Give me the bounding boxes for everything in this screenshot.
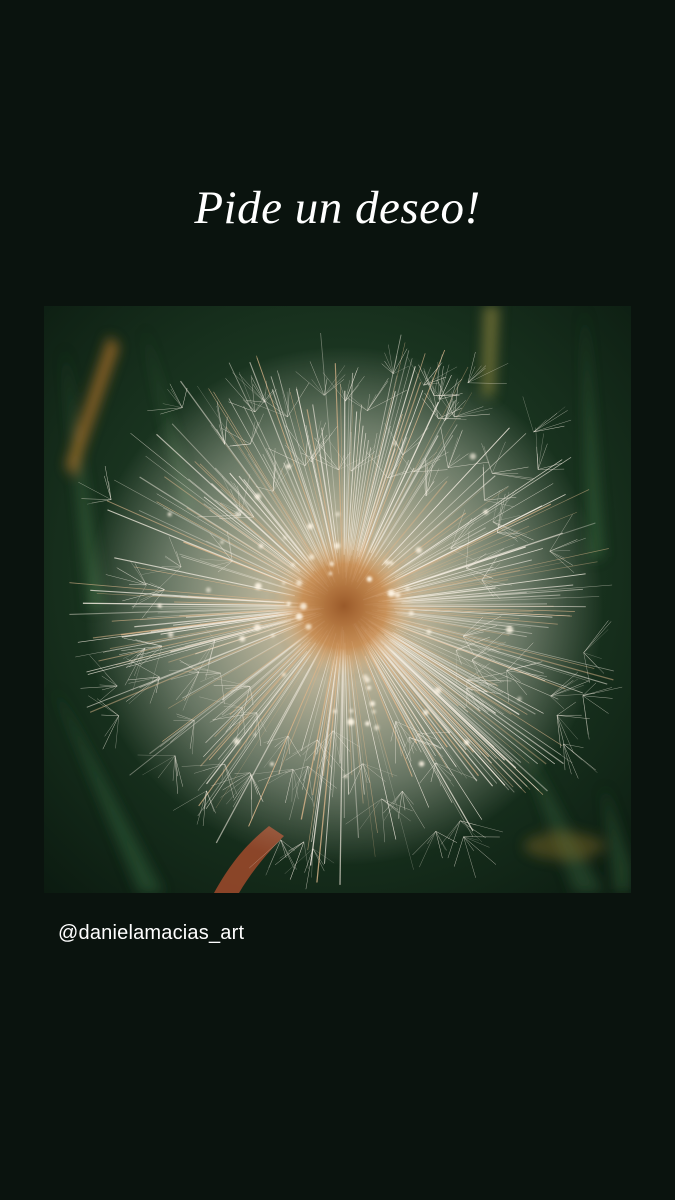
mention-tag[interactable]: @danielamacias_art xyxy=(58,920,244,946)
dandelion-photo xyxy=(44,306,631,893)
story-canvas: Pide un deseo! @danielamacias_art xyxy=(0,0,675,1200)
dandelion-illustration xyxy=(44,306,631,893)
story-title: Pide un deseo! xyxy=(194,182,481,234)
seed-core xyxy=(274,536,414,676)
